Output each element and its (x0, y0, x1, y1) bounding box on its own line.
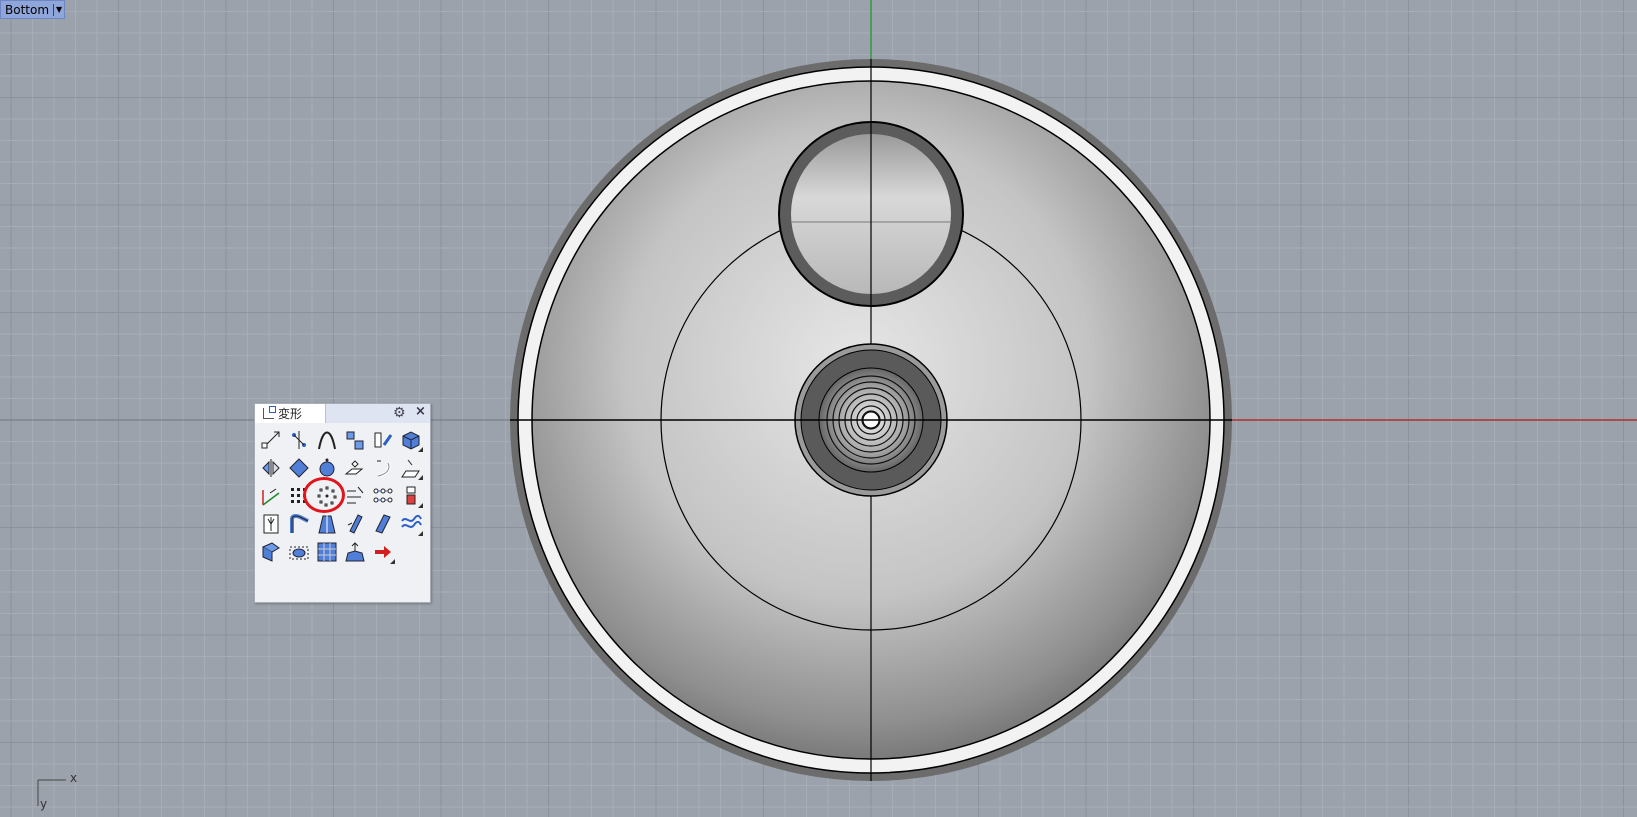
stretch-button[interactable] (315, 512, 339, 536)
bottom-viewport[interactable]: Bottom ▼ x y (0, 0, 1637, 817)
flyout-indicator (418, 503, 423, 508)
flyout-indicator (418, 531, 423, 536)
drag-point-icon (318, 431, 336, 450)
align-button[interactable] (343, 428, 367, 452)
rotate-button[interactable] (287, 456, 311, 480)
close-icon[interactable]: × (415, 404, 426, 419)
copy-icon (292, 431, 306, 449)
viewport-canvas[interactable] (0, 0, 1637, 817)
array-linear-icon (373, 488, 393, 503)
flow-along-surface-icon (375, 514, 391, 534)
array-along-curve-button[interactable] (343, 484, 367, 508)
taper-button[interactable] (259, 512, 283, 536)
chevron-down-icon[interactable]: ▼ (53, 3, 62, 16)
cage-edit-icon (261, 542, 280, 562)
drag-point-button[interactable] (315, 428, 339, 452)
world-axis-y-label: y (40, 797, 48, 811)
gear-icon[interactable]: ⚙ (393, 405, 406, 421)
scale-icon (319, 458, 335, 477)
project-icon (317, 542, 337, 562)
twist-icon (347, 514, 363, 534)
next-arrow-button[interactable] (371, 540, 395, 564)
flyout-indicator (418, 475, 423, 480)
orient-button[interactable] (343, 456, 367, 480)
align-icon (346, 431, 364, 450)
shear-button[interactable] (399, 456, 423, 480)
bounding-box-icon (289, 546, 309, 560)
bend-button[interactable] (371, 456, 395, 480)
set-point-icon (262, 488, 280, 506)
viewport-name-button[interactable]: Bottom ▼ (0, 0, 66, 19)
mirror-button[interactable] (259, 456, 283, 480)
flyout-indicator (390, 559, 395, 564)
transform-tab-icon (263, 406, 276, 419)
world-axis-x-label: x (70, 771, 78, 785)
box-edit-button[interactable] (399, 428, 423, 452)
red-annotation-circle (303, 477, 345, 513)
transform-toolbar-panel[interactable]: 変形 ⚙ × (254, 403, 431, 603)
orient-icon (344, 460, 364, 475)
bounding-box-button[interactable] (287, 540, 311, 564)
splop-button[interactable] (399, 512, 423, 536)
smash-button[interactable] (399, 484, 423, 508)
move-icon (261, 431, 280, 449)
stretch-icon (318, 515, 336, 534)
twist-button[interactable] (343, 512, 367, 536)
rotate-3d-button[interactable] (371, 428, 395, 452)
array-along-curve-icon (347, 486, 364, 504)
fit-icon (345, 542, 365, 562)
project-button[interactable] (315, 540, 339, 564)
copy-button[interactable] (287, 428, 311, 452)
fit-button[interactable] (343, 540, 367, 564)
panel-header: 変形 ⚙ × (255, 404, 430, 423)
rotate-icon (289, 458, 309, 478)
taper-icon (263, 514, 279, 534)
move-button[interactable] (259, 428, 283, 452)
rotate-3d-icon (374, 432, 393, 448)
flow-along-surface-button[interactable] (371, 512, 395, 536)
panel-tab-label: 変形 (278, 407, 303, 421)
flow-along-curve-button[interactable] (287, 512, 311, 536)
bend-icon (377, 460, 391, 478)
set-point-button[interactable] (259, 484, 283, 508)
cage-edit-button[interactable] (259, 540, 283, 564)
panel-tab-transform[interactable]: 変形 (255, 404, 326, 423)
flow-along-curve-icon (290, 513, 309, 533)
array-linear-button[interactable] (371, 484, 395, 508)
viewport-name: Bottom (5, 2, 50, 17)
flyout-indicator (418, 447, 423, 452)
mirror-icon (262, 459, 280, 477)
